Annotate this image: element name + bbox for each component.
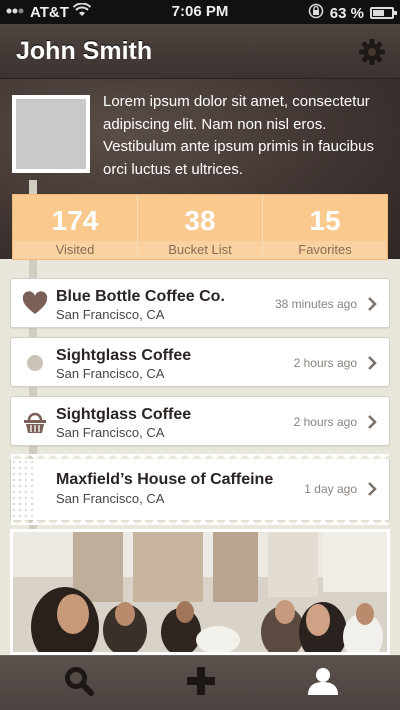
place-name: Sightglass Coffee <box>56 347 192 364</box>
place-card[interactable]: Maxfield’s House of Caffeine San Francis… <box>10 459 390 525</box>
stat-visited[interactable]: 174 Visited <box>13 195 138 259</box>
tab-add[interactable] <box>134 656 267 710</box>
profile-icon <box>306 666 340 701</box>
place-name: Sightglass Coffee <box>56 406 192 423</box>
place-card[interactable]: Sightglass Coffee San Francisco, CA 2 ho… <box>10 396 390 446</box>
tab-search[interactable] <box>12 656 145 710</box>
dot-icon <box>22 350 48 376</box>
place-location: San Francisco, CA <box>56 307 165 322</box>
place-name: Maxfield’s House of Caffeine <box>56 471 274 488</box>
stat-label: Bucket List <box>138 241 262 259</box>
battery-label: 63 % <box>329 4 364 22</box>
battery-icon <box>370 7 397 19</box>
gear-icon[interactable] <box>358 38 386 66</box>
heart-icon <box>22 291 48 317</box>
chevron-right-icon <box>367 296 377 312</box>
profile-photo[interactable] <box>12 95 90 173</box>
tab-bar <box>0 655 400 710</box>
place-name: Blue Bottle Coffee Co. <box>56 288 225 305</box>
page-title: John Smith <box>16 37 153 65</box>
stats-bar: 174 Visited 38 Bucket List 15 Favorites <box>12 194 388 260</box>
chevron-right-icon <box>367 414 377 430</box>
place-location: San Francisco, CA <box>56 425 165 440</box>
stat-value: 15 <box>309 205 341 236</box>
place-location: San Francisco, CA <box>56 366 165 381</box>
status-bar: AT&T 7:06 PM 63 % <box>0 0 400 24</box>
place-time: 2 hours ago <box>293 356 357 370</box>
header: John Smith <box>0 24 400 79</box>
profile-bio: Lorem ipsum dolor sit amet, consectetur … <box>103 93 374 178</box>
place-time: 2 hours ago <box>293 415 357 429</box>
stat-label: Visited <box>13 241 137 259</box>
search-icon <box>64 666 94 701</box>
ticket-icon <box>11 459 35 520</box>
stat-favorites[interactable]: 15 Favorites <box>263 195 387 259</box>
rotation-lock-icon <box>308 3 324 23</box>
place-location: San Francisco, CA <box>56 491 165 506</box>
stat-value: 38 <box>184 205 216 236</box>
place-card[interactable]: Sightglass Coffee San Francisco, CA 2 ho… <box>10 337 390 387</box>
stat-bucket-list[interactable]: 38 Bucket List <box>138 195 263 259</box>
cafe-photo[interactable] <box>10 529 390 655</box>
stat-value: 174 <box>51 205 99 236</box>
place-time: 1 day ago <box>304 482 357 496</box>
plus-icon <box>186 666 216 701</box>
basket-icon <box>22 409 48 435</box>
tab-profile[interactable] <box>256 656 389 710</box>
stat-label: Favorites <box>263 241 387 259</box>
chevron-right-icon <box>367 481 377 497</box>
place-time: 38 minutes ago <box>274 297 357 311</box>
chevron-right-icon <box>367 355 377 371</box>
place-card[interactable]: Blue Bottle Coffee Co. San Francisco, CA… <box>10 278 390 328</box>
